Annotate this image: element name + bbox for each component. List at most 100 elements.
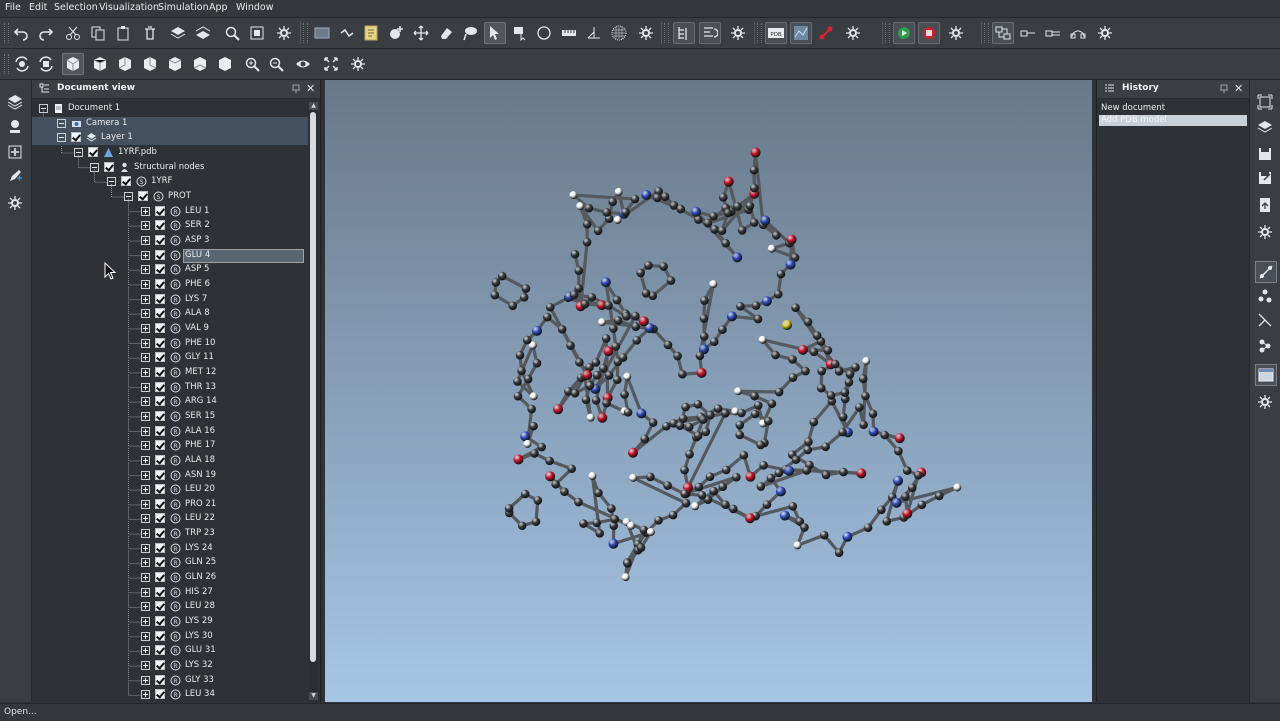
tree-item-residue[interactable]: RASN 19 (32, 469, 308, 483)
display-button[interactable] (1255, 364, 1277, 386)
toolbar-grip[interactable] (885, 23, 890, 43)
expand-toggle-icon[interactable] (141, 280, 150, 289)
lasso-button[interactable] (459, 22, 481, 44)
tree-item-document-1[interactable]: Document 1 (32, 102, 308, 116)
menu-edit[interactable]: Edit (29, 2, 47, 13)
visibility-checkbox[interactable] (155, 543, 165, 553)
molecule-atoms[interactable] (491, 148, 962, 582)
expand-toggle-icon[interactable] (141, 324, 150, 333)
visibility-checkbox[interactable] (155, 250, 165, 260)
tree-item-residue[interactable]: RTHR 13 (32, 381, 308, 395)
layer-up-button[interactable] (167, 22, 189, 44)
settings-button[interactable] (842, 22, 864, 44)
visibility-checkbox[interactable] (155, 264, 165, 274)
expand-toggle-icon[interactable] (141, 456, 150, 465)
expand-toggle-icon[interactable] (141, 690, 150, 699)
visibility-checkbox[interactable] (155, 352, 165, 362)
tree-item-residue[interactable]: RLYS 29 (32, 615, 308, 629)
visibility-checkbox[interactable] (155, 367, 165, 377)
add-atom-button[interactable] (385, 22, 407, 44)
bond-ring-button[interactable] (1067, 22, 1089, 44)
visibility-checkbox[interactable] (155, 440, 165, 450)
visibility-checkbox[interactable] (155, 426, 165, 436)
visibility-checkbox[interactable] (155, 206, 165, 216)
expand-toggle-icon[interactable] (141, 529, 150, 538)
expand-toggle-icon[interactable] (141, 295, 150, 304)
cube-bottom-button[interactable] (189, 53, 211, 75)
tree-item-residue[interactable]: RLYS 32 (32, 659, 308, 673)
tree-item-1yrf[interactable]: S1YRF (32, 175, 308, 189)
settings-button[interactable] (945, 22, 967, 44)
tree-item-camera-1[interactable]: Camera 1 (32, 117, 308, 131)
visibility-checkbox[interactable] (155, 279, 165, 289)
expand-toggle-icon[interactable] (57, 133, 66, 142)
expand-toggle-icon[interactable] (141, 558, 150, 567)
visibility-checkbox[interactable] (155, 675, 165, 685)
cube-iso-button[interactable] (214, 53, 236, 75)
play-button[interactable] (893, 22, 915, 44)
expand-toggle-icon[interactable] (141, 661, 150, 670)
expand-toggle-icon[interactable] (141, 221, 150, 230)
expand-toggle-icon[interactable] (141, 485, 150, 494)
map-button[interactable] (790, 22, 812, 44)
expand-toggle-icon[interactable] (141, 471, 150, 480)
bond-single-button[interactable] (1017, 22, 1039, 44)
tree-item-residue[interactable]: RLEU 1 (32, 205, 308, 219)
toolbar-grip[interactable] (757, 23, 762, 43)
tree-item-residue[interactable]: RLEU 22 (32, 512, 308, 526)
visibility-checkbox[interactable] (155, 484, 165, 494)
eraser-button[interactable] (435, 22, 457, 44)
tree-item-residue[interactable]: RPRO 21 (32, 498, 308, 512)
molecule-render[interactable] (325, 80, 1092, 702)
link-button[interactable] (815, 22, 837, 44)
expand-toggle-icon[interactable] (141, 514, 150, 523)
expand-toggle-icon[interactable] (141, 602, 150, 611)
menu-visualization[interactable]: Visualization (99, 2, 159, 13)
tree-item-residue[interactable]: RALA 16 (32, 425, 308, 439)
scroll-up-arrow-icon[interactable]: ▲ (309, 102, 318, 110)
bond-tool-button[interactable] (1255, 261, 1277, 283)
tree-item-residue[interactable]: RLEU 20 (32, 483, 308, 497)
settings-button[interactable] (1094, 22, 1116, 44)
cube-right-button[interactable] (139, 53, 161, 75)
visibility-checkbox[interactable] (155, 382, 165, 392)
tree-button[interactable] (673, 22, 695, 44)
expand-toggle-icon[interactable] (141, 339, 150, 348)
save-button[interactable] (1255, 144, 1275, 164)
tree-item-residue[interactable]: RHIS 27 (32, 586, 308, 600)
expand-toggle-icon[interactable] (141, 383, 150, 392)
expand-toggle-icon[interactable] (141, 397, 150, 406)
pin-icon[interactable] (1219, 84, 1229, 94)
expand-toggle-icon[interactable] (107, 177, 116, 186)
toolbar-grip[interactable] (4, 23, 9, 43)
tree-item-residue[interactable]: RLYS 24 (32, 542, 308, 556)
visibility-checkbox[interactable] (155, 220, 165, 230)
expand-toggle-icon[interactable] (141, 500, 150, 509)
zoom-button[interactable] (221, 22, 243, 44)
expand-toggle-icon[interactable] (141, 544, 150, 553)
pen-button[interactable] (5, 166, 25, 186)
tree-item-residue[interactable]: RALA 18 (32, 454, 308, 468)
visibility-checkbox[interactable] (155, 411, 165, 421)
bond-double-button[interactable] (1042, 22, 1064, 44)
expand-toggle-icon[interactable] (141, 353, 150, 362)
expand-toggle-icon[interactable] (141, 427, 150, 436)
bond-button[interactable] (336, 22, 358, 44)
visibility-checkbox[interactable] (88, 147, 98, 157)
expand-toggle-icon[interactable] (141, 676, 150, 685)
undo-button[interactable] (10, 22, 32, 44)
visibility-checkbox[interactable] (155, 323, 165, 333)
copy-button[interactable] (87, 22, 109, 44)
visibility-checkbox[interactable] (71, 132, 81, 142)
visibility-checkbox[interactable] (155, 557, 165, 567)
tree-item-residue[interactable]: RLEU 28 (32, 600, 308, 614)
tree-item-residue[interactable]: RALA 8 (32, 307, 308, 321)
layer-down-button[interactable] (192, 22, 214, 44)
expand-toggle-icon[interactable] (141, 412, 150, 421)
expand-toggle-icon[interactable] (141, 265, 150, 274)
history-item[interactable]: Add PDB model (1099, 115, 1247, 126)
rect-select-button[interactable] (509, 22, 531, 44)
visibility-checkbox[interactable] (155, 528, 165, 538)
cube-front-button[interactable] (62, 53, 84, 75)
scene-button[interactable] (5, 92, 25, 112)
